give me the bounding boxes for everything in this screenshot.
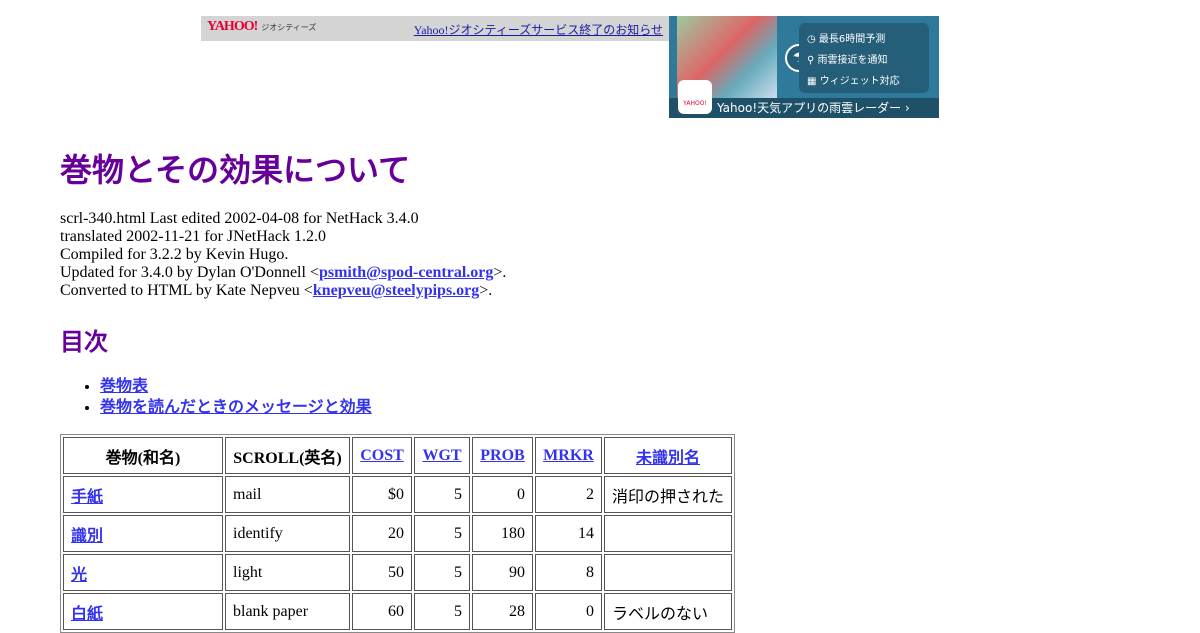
table-cell: 5 — [414, 515, 470, 552]
table-cell: 14 — [535, 515, 602, 552]
table-cell: 光 — [63, 554, 223, 591]
meta-line: Converted to HTML by Kate Nepveu <knepve… — [60, 282, 493, 299]
scroll-name-link[interactable]: 光 — [71, 567, 87, 584]
table-cell: $0 — [352, 476, 412, 513]
meta-line: translated 2002-11-21 for JNetHack 1.2.0 — [60, 228, 326, 245]
sort-mrkr-link[interactable]: MRKR — [543, 447, 594, 464]
scroll-name-link[interactable]: 白紙 — [71, 606, 103, 623]
meta-line: Compiled for 3.2.2 by Kevin Hugo. — [60, 246, 289, 263]
header-unidentified: 未識別名 — [604, 437, 732, 474]
clock-feature: ◷ 最長6時間予測 — [807, 34, 886, 45]
table-cell: identify — [225, 515, 350, 552]
table-cell: 5 — [414, 476, 470, 513]
table-row: 光 light 50 5 90 8 — [63, 554, 732, 591]
sort-prob-link[interactable]: PROB — [480, 447, 524, 464]
table-cell: 50 — [352, 554, 412, 591]
table-cell: 2 — [535, 476, 602, 513]
table-cell: blank paper — [225, 593, 350, 630]
widget-feature: ▦ ウィジェット対応 — [807, 76, 900, 87]
psmith-email-link[interactable]: psmith@spod-central.org — [319, 264, 493, 281]
table-cell: 手紙 — [63, 476, 223, 513]
table-cell — [604, 515, 732, 552]
page-meta: scrl-340.html Last edited 2002-04-08 for… — [60, 210, 506, 300]
table-cell: ラベルのない — [604, 593, 732, 630]
table-cell: 消印の押された — [604, 476, 732, 513]
toc-list: 巻物表 巻物を読んだときのメッセージと効果 — [60, 376, 372, 418]
table-cell: 0 — [535, 593, 602, 630]
table-cell: 白紙 — [63, 593, 223, 630]
toc-item: 巻物を読んだときのメッセージと効果 — [100, 397, 372, 418]
table-cell: 識別 — [63, 515, 223, 552]
header-en-name: SCROLL(英名) — [225, 437, 350, 474]
table-cell: 90 — [472, 554, 533, 591]
geocities-bar: YAHOO! ジオシティーズ Yahoo!ジオシティーズサービス終了のお知らせ — [201, 16, 669, 41]
header-prob: PROB — [472, 437, 533, 474]
header-cost: COST — [352, 437, 412, 474]
table-cell: mail — [225, 476, 350, 513]
toc-link-scroll-table[interactable]: 巻物表 — [100, 378, 148, 395]
meta-line: Updated for 3.4.0 by Dylan O'Donnell <ps… — [60, 264, 507, 281]
pin-feature: ⚲ 雨雲接近を通知 — [807, 55, 888, 66]
toc-link-messages[interactable]: 巻物を読んだときのメッセージと効果 — [100, 399, 372, 416]
sort-unidentified-link[interactable]: 未識別名 — [636, 450, 700, 467]
sort-wgt-link[interactable]: WGT — [422, 447, 461, 464]
table-cell: 5 — [414, 554, 470, 591]
table-header-row: 巻物(和名) SCROLL(英名) COST WGT PROB MRKR 未識別… — [63, 437, 732, 474]
toc-item: 巻物表 — [100, 376, 372, 397]
table-cell: 180 — [472, 515, 533, 552]
toc-heading: 目次 — [60, 330, 108, 356]
page-title: 巻物とその効果について — [60, 152, 411, 188]
table-cell: 5 — [414, 593, 470, 630]
service-end-notice-link[interactable]: Yahoo!ジオシティーズサービス終了のお知らせ — [414, 21, 663, 38]
table-row: 白紙 blank paper 60 5 28 0 ラベルのない — [63, 593, 732, 630]
scroll-table: 巻物(和名) SCROLL(英名) COST WGT PROB MRKR 未識別… — [60, 434, 735, 633]
scroll-name-link[interactable]: 手紙 — [71, 489, 103, 506]
table-cell: light — [225, 554, 350, 591]
meta-line: scrl-340.html Last edited 2002-04-08 for… — [60, 210, 419, 227]
header-mrkr: MRKR — [535, 437, 602, 474]
table-cell: 8 — [535, 554, 602, 591]
weather-app-icon: YAHOO! — [678, 80, 712, 114]
ad-features: ◷ 最長6時間予測 ⚲ 雨雲接近を通知 ▦ ウィジェット対応 — [799, 23, 929, 93]
sort-cost-link[interactable]: COST — [360, 447, 404, 464]
table-cell — [604, 554, 732, 591]
table-cell: 0 — [472, 476, 533, 513]
table-row: 手紙 mail $0 5 0 2 消印の押された — [63, 476, 732, 513]
table-cell: 28 — [472, 593, 533, 630]
header-wgt: WGT — [414, 437, 470, 474]
knepveu-email-link[interactable]: knepveu@steelypips.org — [313, 282, 479, 299]
table-cell: 60 — [352, 593, 412, 630]
header-jp-name: 巻物(和名) — [63, 437, 223, 474]
yahoo-logo: YAHOO! ジオシティーズ — [207, 19, 317, 34]
table-row: 識別 identify 20 5 180 14 — [63, 515, 732, 552]
table-cell: 20 — [352, 515, 412, 552]
scroll-name-link[interactable]: 識別 — [71, 528, 103, 545]
weather-app-ad[interactable]: ☂ ◷ 最長6時間予測 ⚲ 雨雲接近を通知 ▦ ウィジェット対応 Yahoo!天… — [669, 16, 939, 118]
